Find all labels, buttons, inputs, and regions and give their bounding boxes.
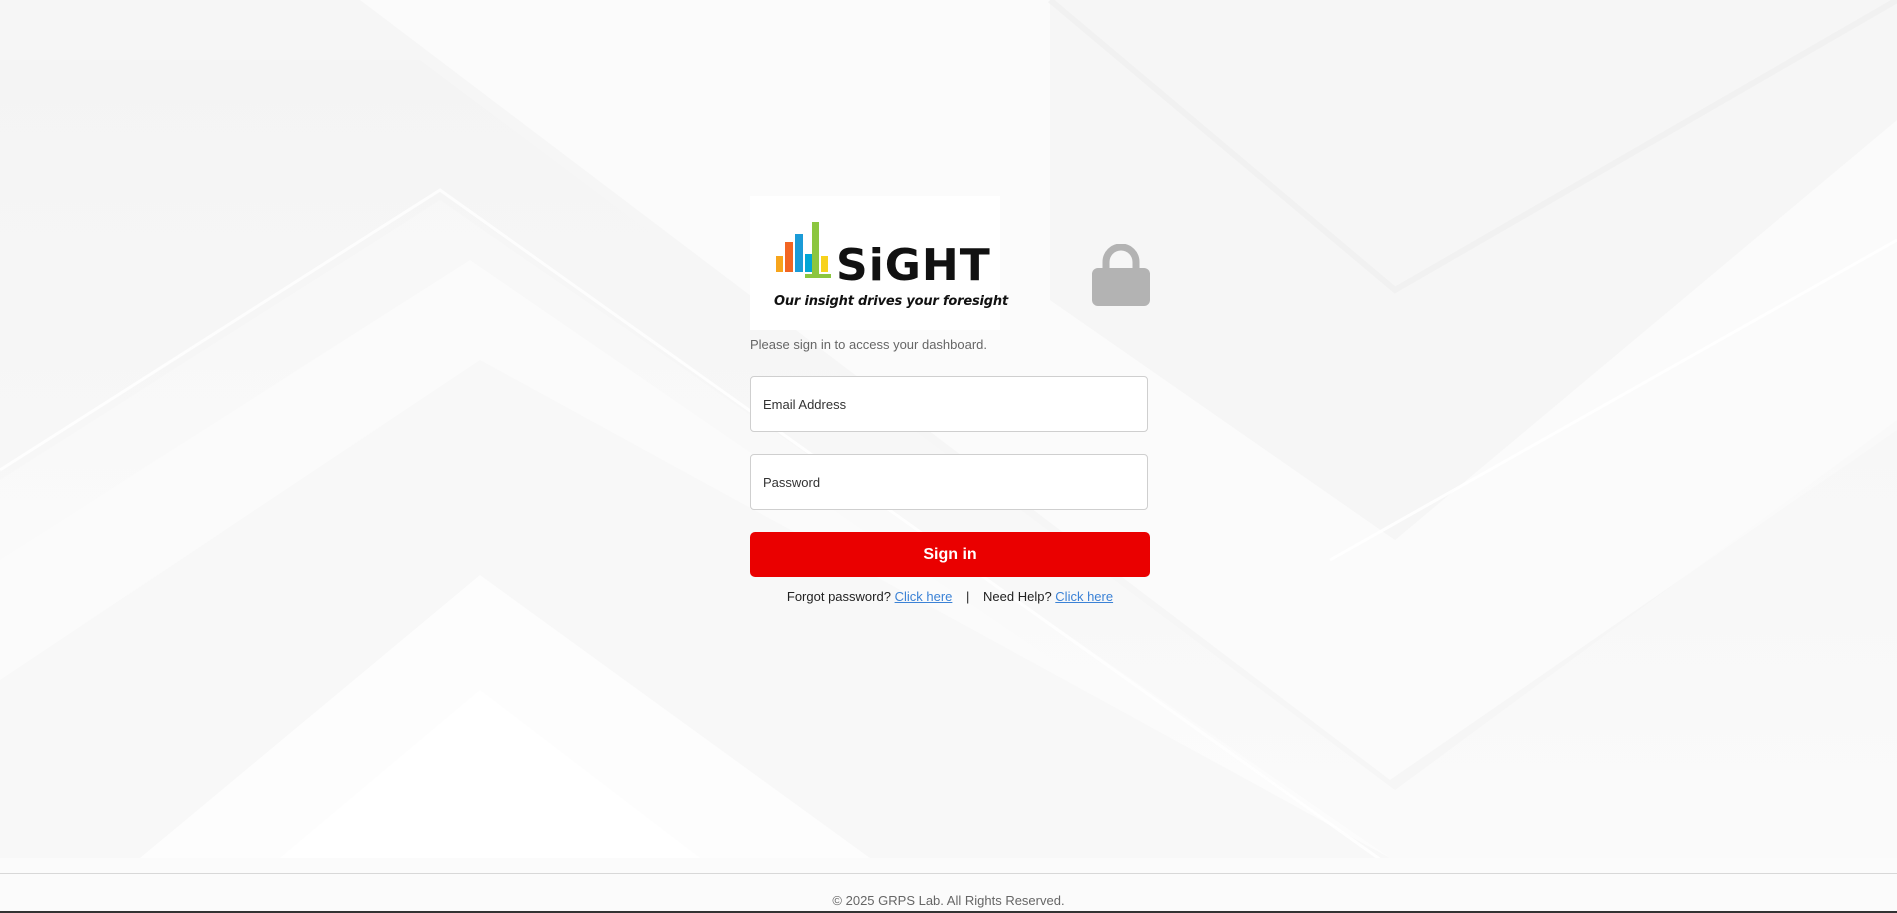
- sign-in-button[interactable]: Sign in: [750, 532, 1150, 577]
- password-field[interactable]: [750, 454, 1148, 510]
- forgot-password-link[interactable]: Click here: [895, 589, 953, 604]
- need-help-link[interactable]: Click here: [1055, 589, 1113, 604]
- help-links: Forgot password? Click here | Need Help?…: [750, 589, 1150, 604]
- footer-divider: [0, 873, 1897, 874]
- need-help-text: Need Help?: [983, 589, 1052, 604]
- logo-bars-icon: [776, 222, 831, 278]
- sight-logo: SiGHT Our insight drives your foresight: [750, 196, 1008, 330]
- logo-tagline: Our insight drives your foresight: [774, 294, 1008, 309]
- signin-subtitle: Please sign in to access your dashboard.: [750, 337, 988, 352]
- logo-wordmark: SiGHT: [836, 240, 991, 291]
- email-field[interactable]: [750, 376, 1148, 432]
- password-input[interactable]: [751, 455, 1147, 509]
- footer-copyright: © 2025 GRPS Lab. All Rights Reserved.: [832, 893, 1065, 908]
- separator: |: [966, 589, 970, 604]
- lock-icon: [1092, 243, 1150, 311]
- email-input[interactable]: [751, 377, 1147, 431]
- forgot-password-text: Forgot password?: [786, 589, 891, 604]
